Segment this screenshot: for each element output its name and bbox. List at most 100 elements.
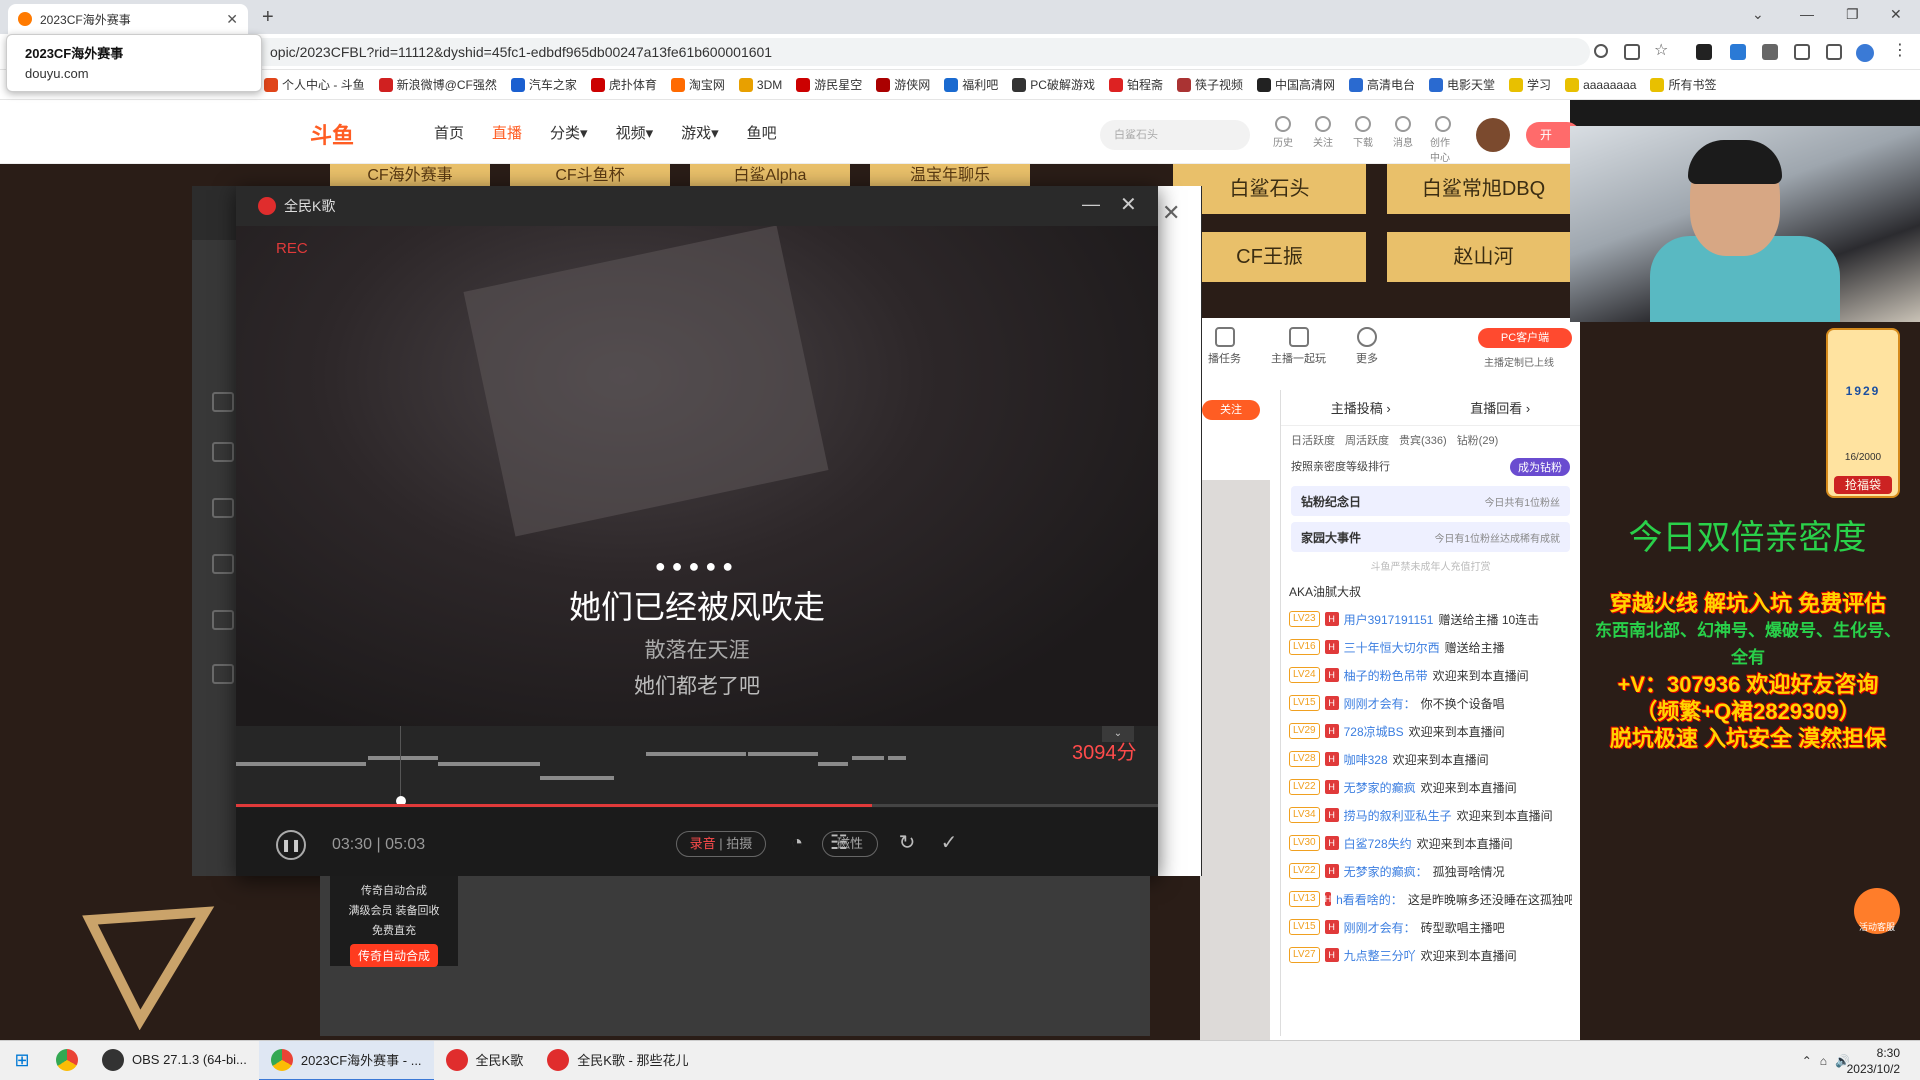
karaoke-close-icon[interactable]: ✕ — [1120, 192, 1137, 217]
windows-start-icon[interactable]: ⊞ — [0, 1041, 44, 1080]
nav-games[interactable]: 游戏▾ — [681, 122, 719, 143]
bookmark-item[interactable]: 虎扑体育 — [590, 76, 657, 93]
bookmark-item[interactable]: 电影天堂 — [1429, 76, 1495, 93]
tag-card[interactable]: 赵山河 — [1387, 232, 1580, 282]
bookmark-item[interactable]: 游民星空 — [796, 76, 862, 93]
chat-username[interactable]: 728凉城BS — [1344, 723, 1404, 740]
chat-username[interactable]: h看看啥的： — [1336, 891, 1403, 908]
sidepanel-icon[interactable] — [1826, 44, 1842, 60]
bookmark-item[interactable]: 汽车之家 — [510, 76, 577, 93]
chat-username[interactable]: 咖啡328 — [1344, 751, 1388, 768]
extension-icon-2[interactable] — [1730, 44, 1746, 60]
messages-button[interactable]: 消息 — [1390, 116, 1416, 164]
extension-icon[interactable] — [1696, 44, 1712, 60]
close-window-icon[interactable]: ✕ — [1890, 6, 1902, 23]
network-icon[interactable]: ⌂ — [1820, 1054, 1827, 1068]
equalizer-icon[interactable]: ☷ — [826, 830, 852, 856]
user-avatar[interactable] — [1476, 118, 1510, 152]
tab-close-icon[interactable]: ✕ — [226, 11, 238, 28]
nav-category[interactable]: 分类▾ — [550, 122, 588, 143]
nav-video[interactable]: 视频▾ — [616, 122, 654, 143]
event-banner[interactable]: 钻粉纪念日 今日共有1位粉丝 — [1291, 486, 1570, 516]
bookmark-item[interactable]: PC破解游戏 — [1012, 76, 1095, 93]
taskbar-karaoke-song[interactable]: 全民K歌 - 那些花儿 — [535, 1041, 700, 1080]
tab-search-chevron-icon[interactable]: ⌄ — [1752, 6, 1764, 23]
minimize-icon[interactable]: — — [1800, 6, 1814, 22]
download-button[interactable]: 下载 — [1350, 116, 1376, 164]
play-together-button[interactable]: 主播一起玩 — [1271, 326, 1326, 366]
nav-fishbar[interactable]: 鱼吧 — [747, 122, 777, 143]
top-user-name[interactable]: AKA油腻大叔 — [1289, 583, 1361, 600]
bookmark-item[interactable]: 游侠网 — [876, 76, 930, 93]
support-button[interactable]: 活动客服 — [1854, 888, 1900, 934]
bookmark-item[interactable]: 新浪微博@CF强然 — [378, 76, 497, 93]
speed-dial-icon[interactable]: ◔ — [784, 830, 810, 856]
live-card-2[interactable]: CF斗鱼杯 — [510, 164, 670, 188]
legend-ad-button[interactable]: 传奇自动合成 — [349, 944, 438, 967]
creator-button[interactable]: 创作中心 — [1430, 116, 1456, 164]
task-button[interactable]: 播任务 — [1208, 326, 1241, 366]
chat-username[interactable]: 无梦家的癫疯 — [1344, 779, 1416, 796]
tab-anchor-posts[interactable]: 主播投稿 › — [1331, 398, 1391, 417]
tag-card[interactable]: 白鲨常旭DBQ — [1387, 164, 1580, 214]
comment-icon[interactable] — [212, 442, 234, 462]
thumbs-up-icon[interactable] — [212, 392, 234, 412]
history-button[interactable]: 历史 — [1270, 116, 1296, 164]
bookmark-item[interactable]: aaaaaaaa — [1565, 77, 1636, 92]
nav-home[interactable]: 首页 — [434, 122, 464, 143]
subtab-vip[interactable]: 贵宾(336) — [1399, 432, 1447, 448]
bookmark-item[interactable]: 高清电台 — [1349, 76, 1415, 93]
pc-client-button[interactable]: PC客户端 — [1478, 328, 1572, 348]
zoom-icon[interactable] — [1594, 44, 1608, 58]
record-video-option[interactable]: 拍摄 — [726, 836, 752, 851]
puzzle-icon[interactable] — [1762, 44, 1778, 60]
video-icon[interactable] — [212, 498, 234, 518]
bookmark-item[interactable]: 淘宝网 — [670, 76, 725, 93]
profile-icon[interactable] — [1856, 44, 1874, 62]
bookmark-item[interactable]: 中国高清网 — [1257, 76, 1335, 93]
pause-button[interactable]: ❚❚ — [276, 830, 306, 860]
new-tab-icon[interactable]: + — [262, 6, 274, 29]
follow-list-button[interactable]: 关注 — [1310, 116, 1336, 164]
subtab-weekly[interactable]: 周活跃度 — [1345, 432, 1389, 448]
record-mode-toggle[interactable]: 录音 | 拍摄 — [676, 831, 766, 857]
live-card-1[interactable]: CF海外赛事 — [330, 164, 490, 188]
bookmark-item[interactable]: 福利吧 — [944, 76, 998, 93]
song-progress-bar[interactable] — [236, 804, 1158, 807]
bookmark-item[interactable]: 3DM — [738, 77, 782, 92]
chat-username[interactable]: 白鲨728失约 — [1344, 835, 1412, 852]
nav-live[interactable]: 直播 — [492, 122, 522, 143]
chat-username[interactable]: 刚刚才会有： — [1344, 695, 1416, 712]
address-input[interactable]: opic/2023CFBL?rid=11112&dyshid=45fc1-edb… — [160, 38, 1590, 66]
follow-button[interactable]: 关注 — [1202, 400, 1260, 420]
taskbar-chrome-window[interactable]: 2023CF海外赛事 - ... — [258, 1040, 434, 1080]
media-icon[interactable] — [1794, 44, 1810, 60]
browser-tab[interactable]: 2023CF海外赛事 ✕ — [8, 4, 248, 34]
live-card-3[interactable]: 白鲨Alpha — [690, 164, 850, 188]
restore-icon[interactable]: ❐ — [1846, 6, 1859, 23]
chat-username[interactable]: 捞马的叙利亚私生子 — [1344, 807, 1452, 824]
subtab-diamond[interactable]: 钻粉(29) — [1457, 432, 1499, 448]
tab-replays[interactable]: 直播回看 › — [1470, 398, 1530, 417]
chat-username[interactable]: 九点整三分吖 — [1344, 947, 1416, 964]
chat-username[interactable]: 三十年恒大切尔西 — [1344, 639, 1440, 656]
bookmark-item[interactable]: 个人中心 - 斗鱼 — [264, 76, 365, 93]
retry-loop-icon[interactable]: ↻ — [894, 830, 920, 856]
live-card-4[interactable]: 温宝年聊乐 — [870, 164, 1030, 188]
bookmark-item[interactable]: 铂程斋 — [1108, 76, 1163, 93]
taskbar-clock[interactable]: 8:30 2023/10/2 — [1847, 1045, 1900, 1077]
chat-username[interactable]: 柚子的粉色吊带 — [1344, 667, 1428, 684]
brush-icon[interactable] — [212, 664, 234, 684]
grab-lucky-bag-button[interactable]: 抢福袋 — [1834, 476, 1892, 494]
site-search-input[interactable]: 白鲨石头 — [1100, 120, 1250, 150]
record-audio-option[interactable]: 录音 — [690, 836, 716, 851]
subtab-daily[interactable]: 日活跃度 — [1291, 432, 1335, 448]
share-icon[interactable] — [1624, 44, 1640, 60]
menu-kebab-icon[interactable]: ⋮ — [1892, 43, 1908, 60]
monitor-icon[interactable] — [212, 554, 234, 574]
edit-icon[interactable] — [212, 610, 234, 630]
taskbar-chrome-pinned[interactable] — [44, 1041, 90, 1080]
more-button[interactable]: 更多 — [1356, 326, 1378, 366]
taskbar-obs[interactable]: OBS 27.1.3 (64-bi... — [90, 1041, 259, 1080]
bookmark-item[interactable]: 所有书签 — [1650, 76, 1716, 93]
